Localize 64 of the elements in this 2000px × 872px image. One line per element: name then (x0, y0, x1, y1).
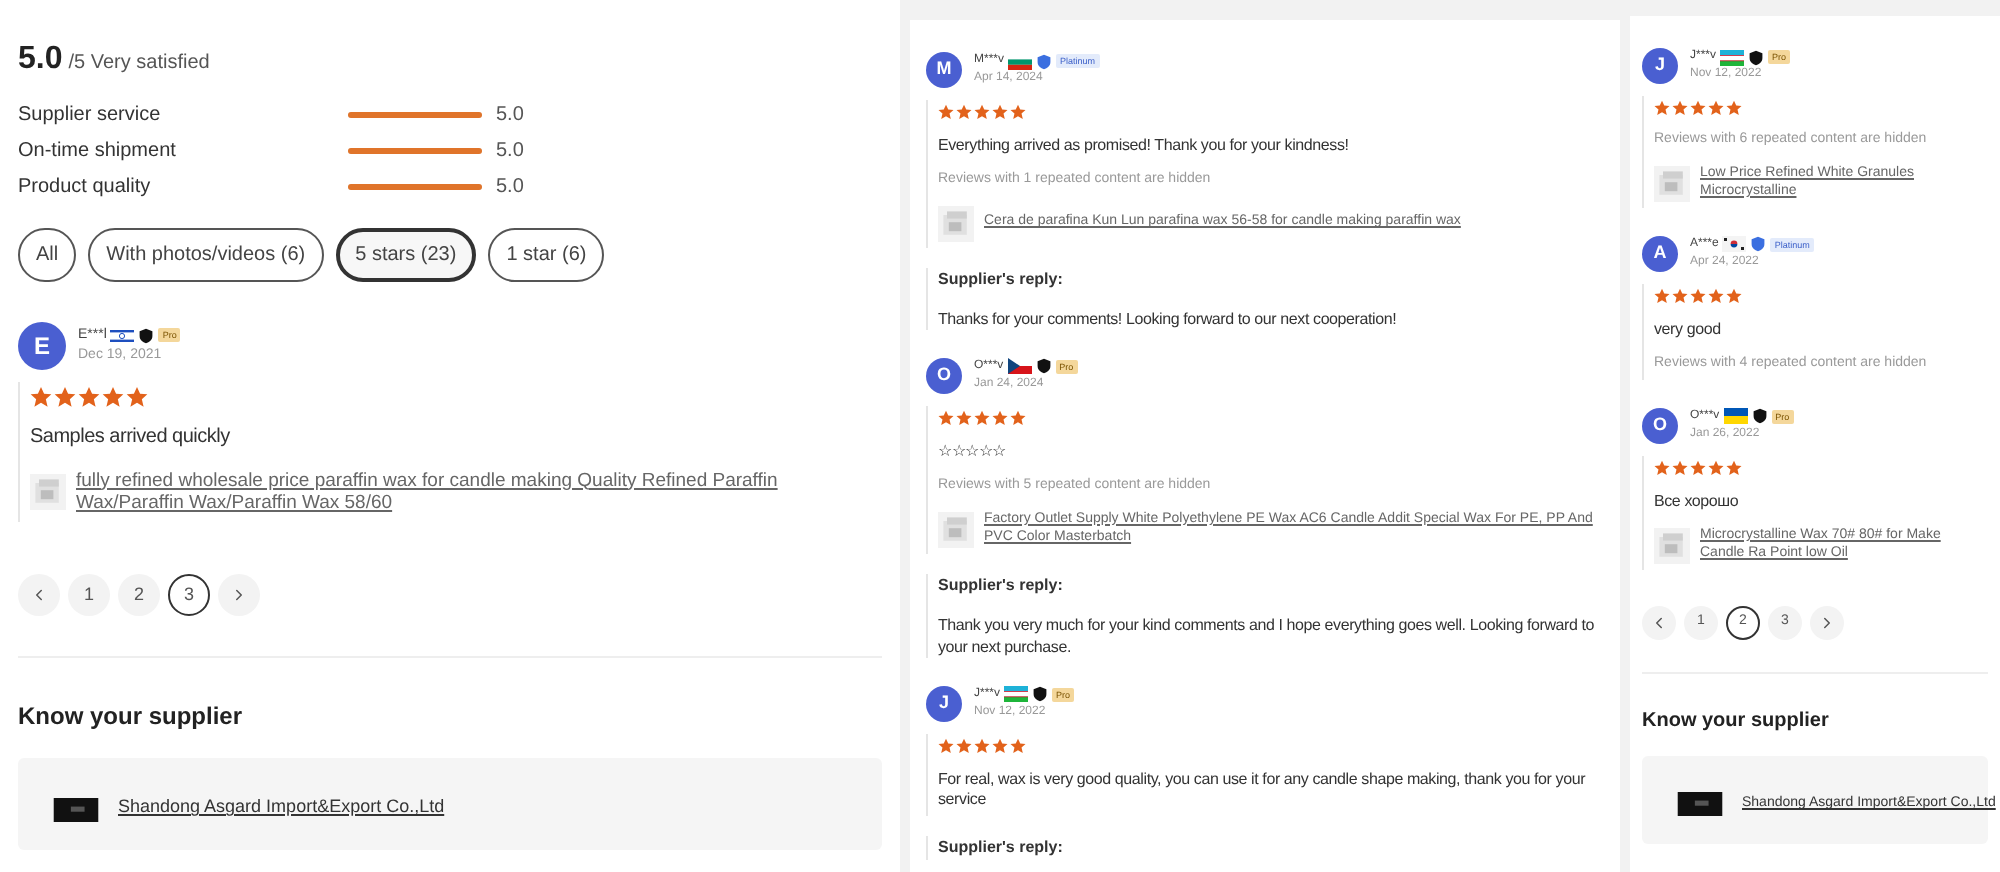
shield-icon (1036, 53, 1053, 69)
chevron-left-icon (30, 586, 48, 605)
flag-icon (1007, 358, 1032, 375)
metric-label: On-time shipment (18, 137, 178, 165)
star-icon (30, 386, 52, 408)
metric-label: Product quality (18, 173, 153, 201)
review-text: very good (1654, 319, 1723, 340)
shield-icon (1748, 49, 1765, 65)
flag-icon (110, 327, 135, 344)
chevron-right-icon (1818, 613, 1836, 631)
avatar: O (1642, 407, 1678, 443)
page-button[interactable]: 3 (168, 574, 210, 617)
previous-page-button[interactable] (1642, 605, 1676, 639)
metric-value: 5.0 (496, 137, 524, 165)
metric-label: Supplier service (18, 101, 163, 129)
star-icon (126, 386, 148, 408)
review-text: Все хорошо (1654, 491, 1741, 511)
review-text: Samples arrived quickly (30, 426, 232, 451)
avatar: O (926, 357, 962, 394)
section-heading: Know your supplier (1642, 707, 1831, 735)
shield-icon (138, 327, 155, 344)
review-text: Everything arrived as promised! Thank you for your kindness! (938, 136, 1351, 156)
shield-icon (1035, 358, 1052, 375)
shield-icon (1751, 408, 1768, 424)
flag-icon (1008, 53, 1033, 69)
overall-score: 5.0 (18, 40, 63, 80)
star-icon (54, 386, 76, 408)
company-link[interactable]: Shandong Asgard Import&Export Co.,Ltd (118, 794, 445, 822)
star-icon (78, 386, 100, 408)
flag-icon (1722, 236, 1747, 253)
reply-heading: Supplier's reply: (938, 835, 1065, 859)
score-caption: /5 Very satisfied (68, 50, 210, 78)
avatar: E (18, 322, 66, 370)
product-link[interactable]: fully refined wholesale price paraffin wax for candle making Quality Refined Paraffin Wax/Paraffin Wax/Paraffin Wax 58/60 (76, 469, 882, 517)
next-page-button[interactable] (1810, 605, 1844, 639)
filter-chip[interactable]: All (18, 228, 77, 282)
avatar: M (926, 52, 962, 88)
flag-icon (1720, 49, 1745, 65)
section-heading: Know your supplier (18, 700, 245, 735)
shield-icon (1750, 236, 1767, 253)
shield-icon (1032, 686, 1049, 702)
page-button[interactable]: 1 (68, 574, 110, 617)
page-button[interactable]: 2 (118, 574, 160, 617)
avatar: A (1642, 235, 1678, 272)
review-text: For real, wax is very good quality, you can use it for any candle shape making, thank you for your service (938, 769, 1588, 809)
reply-heading: Supplier's reply: (938, 267, 1065, 292)
metric-value: 5.0 (496, 101, 524, 129)
review-text: ☆☆☆☆☆ (938, 441, 1009, 462)
chevron-right-icon (230, 586, 248, 605)
filter-chip[interactable]: 5 stars (23) (335, 228, 477, 282)
reply-text: Thank you very much for your kind comments and I hope everything goes well. Looking forward to your next purchase. (938, 613, 1597, 657)
flag-icon (1723, 408, 1748, 424)
filter-chip[interactable]: 1 star (6) (488, 228, 605, 282)
filter-chip[interactable]: With photos/videos (6) (88, 228, 324, 282)
next-page-button[interactable] (218, 574, 260, 617)
metric-value: 5.0 (496, 173, 524, 201)
flag-icon (1004, 686, 1029, 702)
reply-heading: Supplier's reply: (938, 573, 1065, 597)
previous-page-button[interactable] (18, 574, 60, 617)
reply-text: Thanks for your comments! Looking forward to our next cooperation! (938, 307, 1399, 330)
star-icon (102, 386, 124, 408)
avatar: J (1642, 48, 1678, 84)
chevron-left-icon (1650, 613, 1668, 631)
avatar: J (926, 685, 962, 721)
